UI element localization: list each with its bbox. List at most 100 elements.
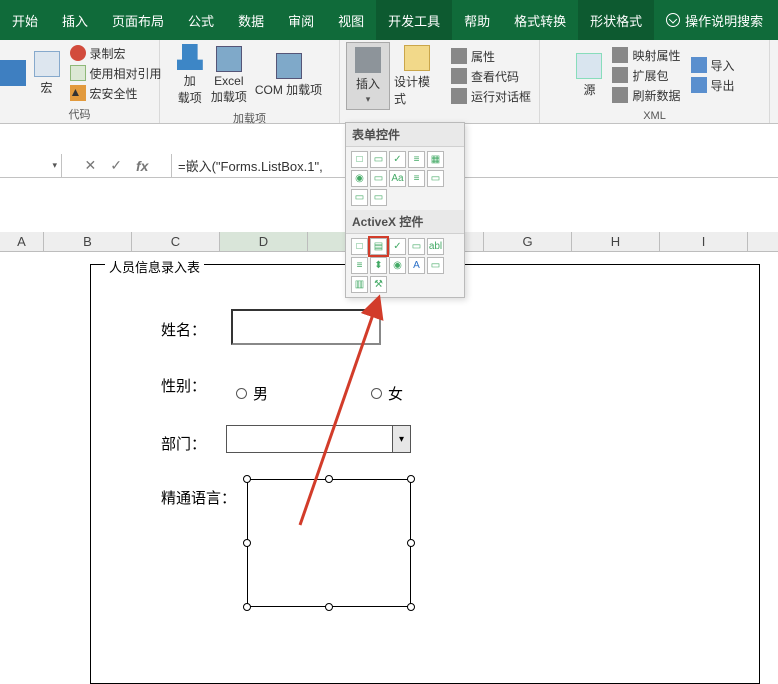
- excel-addin-icon: [216, 46, 242, 72]
- tab-developer[interactable]: 开发工具: [376, 0, 452, 40]
- name-textbox[interactable]: [231, 309, 381, 345]
- col-B[interactable]: B: [44, 232, 132, 251]
- tab-help[interactable]: 帮助: [452, 0, 502, 40]
- refresh-data-button[interactable]: 刷新数据: [610, 86, 682, 105]
- map-properties-button[interactable]: 映射属性: [610, 46, 682, 65]
- tab-review[interactable]: 审阅: [276, 0, 326, 40]
- tab-convert[interactable]: 格式转换: [502, 0, 578, 40]
- radio-circle-icon: [371, 388, 382, 399]
- fx-icon[interactable]: fx: [136, 158, 148, 174]
- xml-source-button[interactable]: 源: [572, 42, 606, 108]
- ribbon-group-controls: 插入 ▾ 设计模式 属性 查看代码 运行对话框: [340, 40, 540, 123]
- form-button-icon[interactable]: □: [351, 151, 368, 168]
- properties-button[interactable]: 属性: [449, 47, 533, 66]
- view-code-icon: [451, 68, 467, 84]
- resize-handle-n[interactable]: [325, 475, 333, 483]
- tab-home[interactable]: 开始: [0, 0, 50, 40]
- tell-me-search[interactable]: 操作说明搜索: [654, 0, 775, 40]
- resize-handle-w[interactable]: [243, 539, 251, 547]
- tab-layout[interactable]: 页面布局: [100, 0, 176, 40]
- tab-data[interactable]: 数据: [226, 0, 276, 40]
- resize-handle-s[interactable]: [325, 603, 333, 611]
- col-C[interactable]: C: [132, 232, 220, 251]
- expansion-pack-button[interactable]: 扩展包: [610, 66, 682, 85]
- form-listbox-icon[interactable]: ▦: [427, 151, 444, 168]
- activex-image-icon[interactable]: ▭: [427, 257, 444, 274]
- form-generic2-icon[interactable]: ▭: [351, 189, 368, 206]
- activex-label-icon[interactable]: A: [408, 257, 425, 274]
- col-A[interactable]: A: [0, 232, 44, 251]
- formula-toolbar: ✕ ✓ fx: [62, 154, 172, 177]
- form-generic1-icon[interactable]: ▭: [427, 170, 444, 187]
- cancel-edit-icon[interactable]: ✕: [85, 157, 97, 174]
- import-icon: [691, 57, 707, 73]
- record-icon: [70, 45, 86, 61]
- col-D[interactable]: D: [220, 232, 308, 251]
- form-option-icon[interactable]: ◉: [351, 170, 368, 187]
- form-generic3-icon[interactable]: ▭: [370, 189, 387, 206]
- tab-view[interactable]: 视图: [326, 0, 376, 40]
- formula-input[interactable]: =嵌入("Forms.ListBox.1",: [172, 154, 778, 177]
- form-group-icon[interactable]: ▭: [370, 170, 387, 187]
- tab-insert[interactable]: 插入: [50, 0, 100, 40]
- record-macro-button[interactable]: 录制宏: [68, 44, 164, 63]
- macros-button[interactable]: 宏: [30, 42, 64, 104]
- resize-handle-e[interactable]: [407, 539, 415, 547]
- form-scroll-icon[interactable]: ≡: [408, 170, 425, 187]
- col-I[interactable]: I: [660, 232, 748, 251]
- popup-form-controls-header: 表单控件: [346, 123, 464, 147]
- combobox-arrow-icon[interactable]: ▾: [392, 426, 410, 452]
- view-code-button[interactable]: 查看代码: [449, 67, 533, 86]
- gender-male-radio[interactable]: 男: [236, 383, 268, 404]
- userform-frame[interactable]: 人员信息录入表 姓名： 性别： 男 女 部门： ▾ 精通语言：: [90, 264, 760, 684]
- language-listbox[interactable]: [247, 479, 411, 607]
- tab-formulas[interactable]: 公式: [176, 0, 226, 40]
- gender-female-radio[interactable]: 女: [371, 383, 403, 404]
- name-box[interactable]: ▾: [0, 154, 62, 177]
- activex-scroll-icon[interactable]: ≡: [351, 257, 368, 274]
- form-spin-icon[interactable]: ≡: [408, 151, 425, 168]
- form-checkbox-icon[interactable]: ✓: [389, 151, 406, 168]
- insert-control-button[interactable]: 插入 ▾: [346, 42, 390, 110]
- activex-check-icon[interactable]: ✓: [389, 238, 406, 255]
- worksheet-canvas[interactable]: 人员信息录入表 姓名： 性别： 男 女 部门： ▾ 精通语言：: [0, 252, 778, 652]
- activex-combo-icon[interactable]: ▭: [408, 238, 425, 255]
- dept-combobox[interactable]: ▾: [226, 425, 411, 453]
- col-G[interactable]: G: [484, 232, 572, 251]
- excel-addins-button[interactable]: Excel 加载项: [207, 42, 251, 108]
- resize-handle-se[interactable]: [407, 603, 415, 611]
- use-relative-button[interactable]: 使用相对引用: [68, 64, 164, 83]
- activex-listbox-icon[interactable]: ▤: [370, 238, 387, 255]
- ribbon-content: 宏 录制宏 使用相对引用 ▲ 宏安全性 代码: [0, 40, 778, 124]
- design-mode-button[interactable]: 设计模式: [390, 42, 445, 110]
- col-H[interactable]: H: [572, 232, 660, 251]
- gender-label: 性别：: [161, 375, 206, 396]
- addins-button[interactable]: 加 载项: [173, 42, 207, 108]
- run-dialog-button[interactable]: 运行对话框: [449, 87, 533, 106]
- xml-export-button[interactable]: 导出: [689, 76, 737, 95]
- activex-text-icon[interactable]: abl: [427, 238, 444, 255]
- resize-handle-nw[interactable]: [243, 475, 251, 483]
- accept-edit-icon[interactable]: ✓: [110, 157, 122, 174]
- resize-handle-ne[interactable]: [407, 475, 415, 483]
- xml-import-button[interactable]: 导入: [689, 56, 737, 75]
- ribbon-tab-strip: 开始 插入 页面布局 公式 数据 审阅 视图 开发工具 帮助 格式转换 形状格式…: [0, 0, 778, 40]
- activex-spin-icon[interactable]: ⬍: [370, 257, 387, 274]
- namebox-dropdown-icon[interactable]: ▾: [52, 160, 57, 171]
- export-icon: [691, 77, 707, 93]
- activex-option-icon[interactable]: ◉: [389, 257, 406, 274]
- activex-toggle-icon[interactable]: ▥: [351, 276, 368, 293]
- activex-cmd-icon[interactable]: □: [351, 238, 368, 255]
- macro-security-button[interactable]: ▲ 宏安全性: [68, 84, 164, 103]
- form-combobox-icon[interactable]: ▭: [370, 151, 387, 168]
- tab-shape-format[interactable]: 形状格式: [578, 0, 654, 40]
- visual-basic-button[interactable]: [0, 42, 30, 104]
- security-icon: ▲: [70, 85, 86, 101]
- resize-handle-sw[interactable]: [243, 603, 251, 611]
- form-label-icon[interactable]: Aa: [389, 170, 406, 187]
- radio-circle-icon: [236, 388, 247, 399]
- com-addins-button[interactable]: COM 加载项: [251, 42, 326, 108]
- chevron-down-icon: ▾: [366, 94, 371, 105]
- run-dialog-icon: [451, 88, 467, 104]
- activex-more-icon[interactable]: ⚒: [370, 276, 387, 293]
